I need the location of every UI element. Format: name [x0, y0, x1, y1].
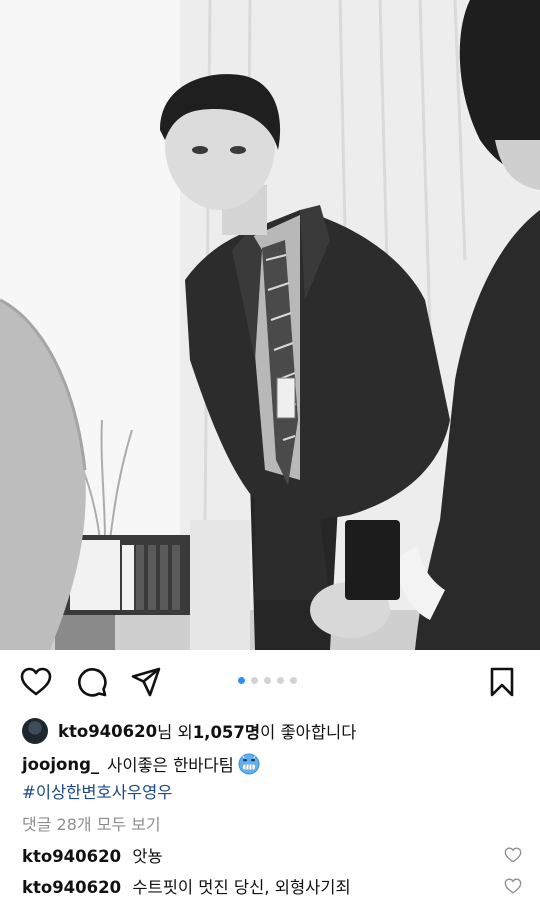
comment-text: 앗뇽	[132, 847, 163, 866]
likes-text-end: 이 좋아합니다	[260, 723, 357, 742]
liker-avatar[interactable]	[22, 718, 48, 744]
cold-face-emoji-icon	[238, 753, 260, 775]
comment-username[interactable]: kto940620	[22, 847, 121, 866]
post-photo[interactable]	[0, 0, 540, 650]
caption-text: 사이좋은 한바다팀	[107, 756, 234, 775]
carousel-dot[interactable]	[277, 677, 284, 684]
carousel-dot[interactable]	[251, 677, 258, 684]
bookmark-icon[interactable]	[486, 666, 518, 698]
comment-row: kto940620 앗뇽	[22, 843, 522, 867]
comment-username[interactable]: kto940620	[22, 878, 121, 897]
comment-like-heart-icon[interactable]	[504, 877, 522, 895]
carousel-indicator	[238, 677, 297, 684]
comment-row: kto940620 수트핏이 멋진 당신, 외형사기죄	[22, 874, 522, 898]
likes-count[interactable]: 1,057명	[193, 719, 260, 743]
caption-hashtag[interactable]: #이상한변호사우영우	[22, 779, 172, 803]
comment-like-heart-icon[interactable]	[504, 846, 522, 864]
paper-plane-icon[interactable]	[130, 666, 162, 698]
caption-username[interactable]: joojong_	[22, 755, 99, 774]
carousel-dot[interactable]	[290, 677, 297, 684]
heart-outline-icon[interactable]	[20, 666, 52, 698]
likes-summary[interactable]: kto940620 님 외 1,057명 이 좋아합니다	[22, 716, 356, 746]
view-all-comments-link[interactable]: 댓글 28개 모두 보기	[22, 811, 161, 835]
liker-username[interactable]: kto940620	[58, 722, 157, 741]
carousel-dot[interactable]	[264, 677, 271, 684]
carousel-dot-active[interactable]	[238, 677, 245, 684]
likes-text-mid: 님 외	[157, 723, 193, 742]
post-caption: joojong_ 사이좋은 한바다팀	[22, 752, 260, 776]
comment-text: 수트핏이 멋진 당신, 외형사기죄	[132, 878, 351, 897]
post-photo-illustration	[0, 0, 540, 650]
comment-bubble-icon[interactable]	[76, 666, 108, 698]
post-action-bar	[0, 660, 540, 704]
